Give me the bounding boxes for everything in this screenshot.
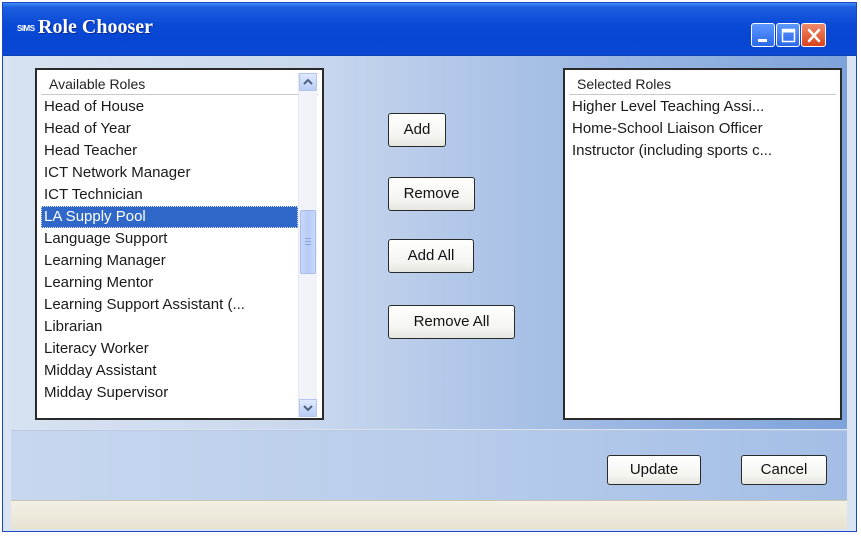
window-title: Role Chooser — [38, 16, 153, 38]
list-item[interactable]: Learning Manager — [41, 250, 298, 272]
minimize-icon — [758, 39, 767, 42]
role-chooser-window: SIMS Role Chooser Available Roles Head o… — [2, 2, 857, 532]
chevron-up-icon — [303, 78, 313, 85]
list-item[interactable]: Language Support — [41, 228, 298, 250]
selected-roles-list[interactable]: Selected Roles Higher Level Teaching Ass… — [563, 68, 842, 420]
list-item[interactable]: Head of House — [41, 96, 298, 118]
update-button[interactable]: Update — [607, 455, 701, 485]
status-bar — [11, 500, 847, 529]
cancel-button[interactable]: Cancel — [741, 455, 827, 485]
list-item[interactable]: Learning Mentor — [41, 272, 298, 294]
list-item[interactable]: Midday Assistant — [41, 360, 298, 382]
available-roles-items: Head of House Head of Year Head Teacher … — [41, 96, 298, 404]
scroll-up-button[interactable] — [299, 73, 317, 91]
close-button[interactable] — [801, 23, 826, 47]
available-roles-header: Available Roles — [41, 73, 318, 95]
list-item[interactable]: Home-School Liaison Officer — [569, 118, 836, 140]
list-item[interactable]: Librarian — [41, 316, 298, 338]
available-roles-scrollbar[interactable] — [298, 73, 317, 417]
scroll-thumb[interactable] — [300, 210, 316, 274]
main-panel: Available Roles Head of House Head of Ye… — [11, 56, 847, 429]
remove-all-button[interactable]: Remove All — [388, 305, 515, 339]
button-bar: Update Cancel — [11, 430, 847, 501]
minimize-button[interactable] — [751, 23, 775, 47]
close-icon — [807, 28, 821, 43]
list-item[interactable]: Literacy Worker — [41, 338, 298, 360]
title-bar[interactable]: SIMS Role Chooser — [3, 3, 856, 56]
available-roles-list[interactable]: Available Roles Head of House Head of Ye… — [35, 68, 324, 420]
selected-roles-header: Selected Roles — [569, 73, 836, 95]
list-item[interactable]: ICT Network Manager — [41, 162, 298, 184]
maximize-icon — [781, 28, 796, 43]
list-item[interactable]: Head Teacher — [41, 140, 298, 162]
add-button[interactable]: Add — [388, 113, 446, 147]
selected-roles-items: Higher Level Teaching Assi... Home-Schoo… — [569, 96, 836, 162]
list-item[interactable]: Instructor (including sports c... — [569, 140, 836, 162]
list-item[interactable]: Learning Support Assistant (... — [41, 294, 298, 316]
list-item-selected[interactable]: LA Supply Pool — [41, 206, 298, 228]
remove-button[interactable]: Remove — [388, 177, 475, 211]
list-item[interactable]: Head of Year — [41, 118, 298, 140]
list-item[interactable]: Higher Level Teaching Assi... — [569, 96, 836, 118]
add-all-button[interactable]: Add All — [388, 239, 474, 273]
sims-app-icon: SIMS — [17, 24, 35, 33]
scroll-down-button[interactable] — [299, 399, 317, 417]
list-item[interactable]: ICT Technician — [41, 184, 298, 206]
chevron-down-icon — [303, 405, 313, 412]
list-item[interactable]: Midday Supervisor — [41, 382, 298, 404]
maximize-button[interactable] — [776, 23, 800, 47]
